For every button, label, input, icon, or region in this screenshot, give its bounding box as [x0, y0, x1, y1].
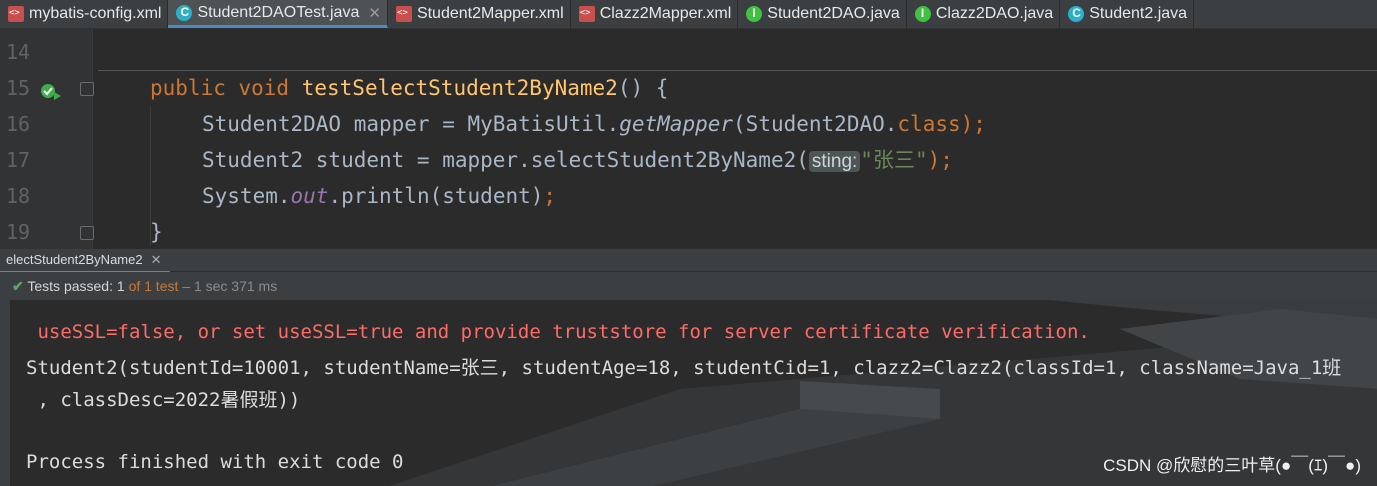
- tab-student2dao[interactable]: Student2DAO.java: [738, 0, 907, 28]
- console-exit-line: Process finished with exit code 0: [26, 451, 404, 473]
- tab-label: Clazz2Mapper.xml: [599, 5, 732, 22]
- console-output-line: Student2(studentId=10001, studentName=张三…: [26, 357, 1342, 379]
- editor-tab-bar: mybatis-config.xml Student2DAOTest.java …: [0, 0, 1377, 29]
- code-text: }: [150, 220, 163, 244]
- line-number: 19: [6, 220, 31, 244]
- line-number: 15: [6, 76, 31, 100]
- status-label: Tests passed:: [27, 278, 113, 294]
- tab-student2[interactable]: Student2.java: [1060, 0, 1195, 28]
- xml-file-icon: [395, 6, 412, 22]
- tab-label: mybatis-config.xml: [29, 5, 162, 22]
- xml-file-icon: [578, 6, 595, 22]
- java-class-icon: [176, 4, 193, 21]
- line-number: 18: [6, 184, 31, 208]
- code-line-16: 16 Student2DAO mapper = MyBatisUtil.getM…: [0, 106, 1377, 142]
- code-text: ;: [543, 184, 557, 208]
- status-duration: 1 sec 371 ms: [193, 278, 278, 294]
- run-tool-window: electStudent2ByName2 ✕ ✔ Tests passed: 1 …: [0, 249, 1377, 486]
- xml-file-icon: [8, 6, 24, 22]
- run-tab[interactable]: electStudent2ByName2 ✕: [0, 249, 170, 273]
- java-class-icon: [1068, 6, 1085, 22]
- line-number: 17: [6, 148, 31, 172]
- close-icon[interactable]: ✕: [151, 252, 162, 267]
- tab-label: Student2Mapper.xml: [416, 5, 564, 22]
- status-total: of 1 test: [128, 278, 179, 294]
- console-output-line: , classDesc=2022暑假班)): [26, 389, 301, 411]
- watermark: CSDN @欣慰的三叶草(●￣(ｴ)￣●): [1103, 456, 1361, 475]
- run-tab-bar: electStudent2ByName2 ✕: [0, 249, 1377, 273]
- tab-label: Clazz2DAO.java: [935, 5, 1054, 22]
- tab-clazz2mapper[interactable]: Clazz2Mapper.xml: [571, 0, 739, 28]
- status-count: 1: [116, 278, 125, 294]
- code-text: );: [927, 148, 953, 172]
- code-text: System.: [202, 184, 291, 208]
- code-text: Student2 student = mapper.selectStudent2…: [202, 148, 809, 172]
- code-text: );: [960, 112, 986, 136]
- code-line-15: 15 public void testSelectStudent2ByName2…: [0, 70, 1377, 106]
- status-separator: –: [182, 278, 191, 294]
- tab-student2daotest[interactable]: Student2DAOTest.java ✕: [168, 0, 388, 28]
- parameter-hint: sting:: [808, 151, 861, 172]
- tab-mybatis-config[interactable]: mybatis-config.xml: [0, 0, 169, 28]
- tab-label: Student2DAO.java: [767, 5, 900, 22]
- code-line-18: 18 System.out.println(student);: [0, 178, 1377, 214]
- test-status-bar: ✔ Tests passed: 1 of 1 test – 1 sec 371 …: [0, 272, 1377, 300]
- code-line-14: 14: [0, 34, 1377, 70]
- code-editor[interactable]: 14 15 public void testSelectStudent2ByNa…: [0, 29, 1377, 249]
- tab-label: Student2DAOTest.java: [197, 3, 360, 21]
- run-tab-label: electStudent2ByName2: [6, 252, 143, 267]
- line-number: 14: [6, 40, 31, 64]
- java-interface-icon: [746, 6, 763, 22]
- console-error-line: useSSL=false, or set useSSL=true and pro…: [26, 321, 1090, 343]
- code-text: Student2DAO mapper = MyBatisUtil.: [202, 112, 620, 136]
- check-icon: ✔: [12, 278, 24, 294]
- code-line-17: 17 Student2 student = mapper.selectStude…: [0, 142, 1377, 178]
- tab-student2mapper[interactable]: Student2Mapper.xml: [388, 0, 571, 28]
- line-number: 16: [6, 112, 31, 136]
- code-text: .println(student): [328, 184, 544, 208]
- close-icon[interactable]: ✕: [368, 4, 381, 22]
- java-interface-icon: [914, 6, 931, 22]
- static-method-call: getMapper: [619, 112, 734, 136]
- string-literal: "张三": [860, 148, 928, 172]
- static-field: out: [290, 184, 329, 208]
- method-name: testSelectStudent2ByName2: [301, 76, 618, 100]
- code-text: () {: [617, 76, 669, 100]
- tab-clazz2dao[interactable]: Clazz2DAO.java: [907, 0, 1061, 28]
- code-line-19: 19 }: [0, 214, 1377, 249]
- code-text: (Student2DAO.: [733, 112, 898, 136]
- console-left-strip: [0, 300, 10, 486]
- tab-label: Student2.java: [1089, 5, 1188, 22]
- keyword: public void: [150, 76, 290, 100]
- keyword: class: [897, 112, 961, 136]
